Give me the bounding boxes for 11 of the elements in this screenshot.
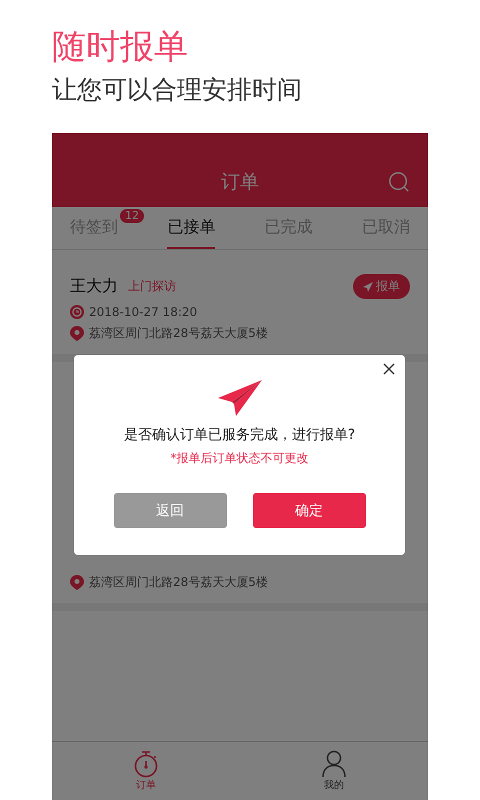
count-badge: 12 xyxy=(120,209,144,223)
order-address: 荔湾区周门北路28号荔天大厦5楼 xyxy=(89,574,268,591)
order-time: 2018-10-27 18:20 xyxy=(89,305,198,319)
headline: 随时报单 xyxy=(52,26,189,68)
order-address: 荔湾区周门北路28号荔天大厦5楼 xyxy=(89,325,268,342)
service-tag: 上门探访 xyxy=(128,278,176,295)
dialog-message: 是否确认订单已服务完成，进行报单? xyxy=(124,426,356,444)
navbar-title: 订单 xyxy=(221,170,259,195)
customer-name: 王大力 xyxy=(70,276,118,297)
subheadline: 让您可以合理安排时间 xyxy=(52,74,303,106)
dialog-note: *报单后订单状态不可更改 xyxy=(170,450,308,467)
